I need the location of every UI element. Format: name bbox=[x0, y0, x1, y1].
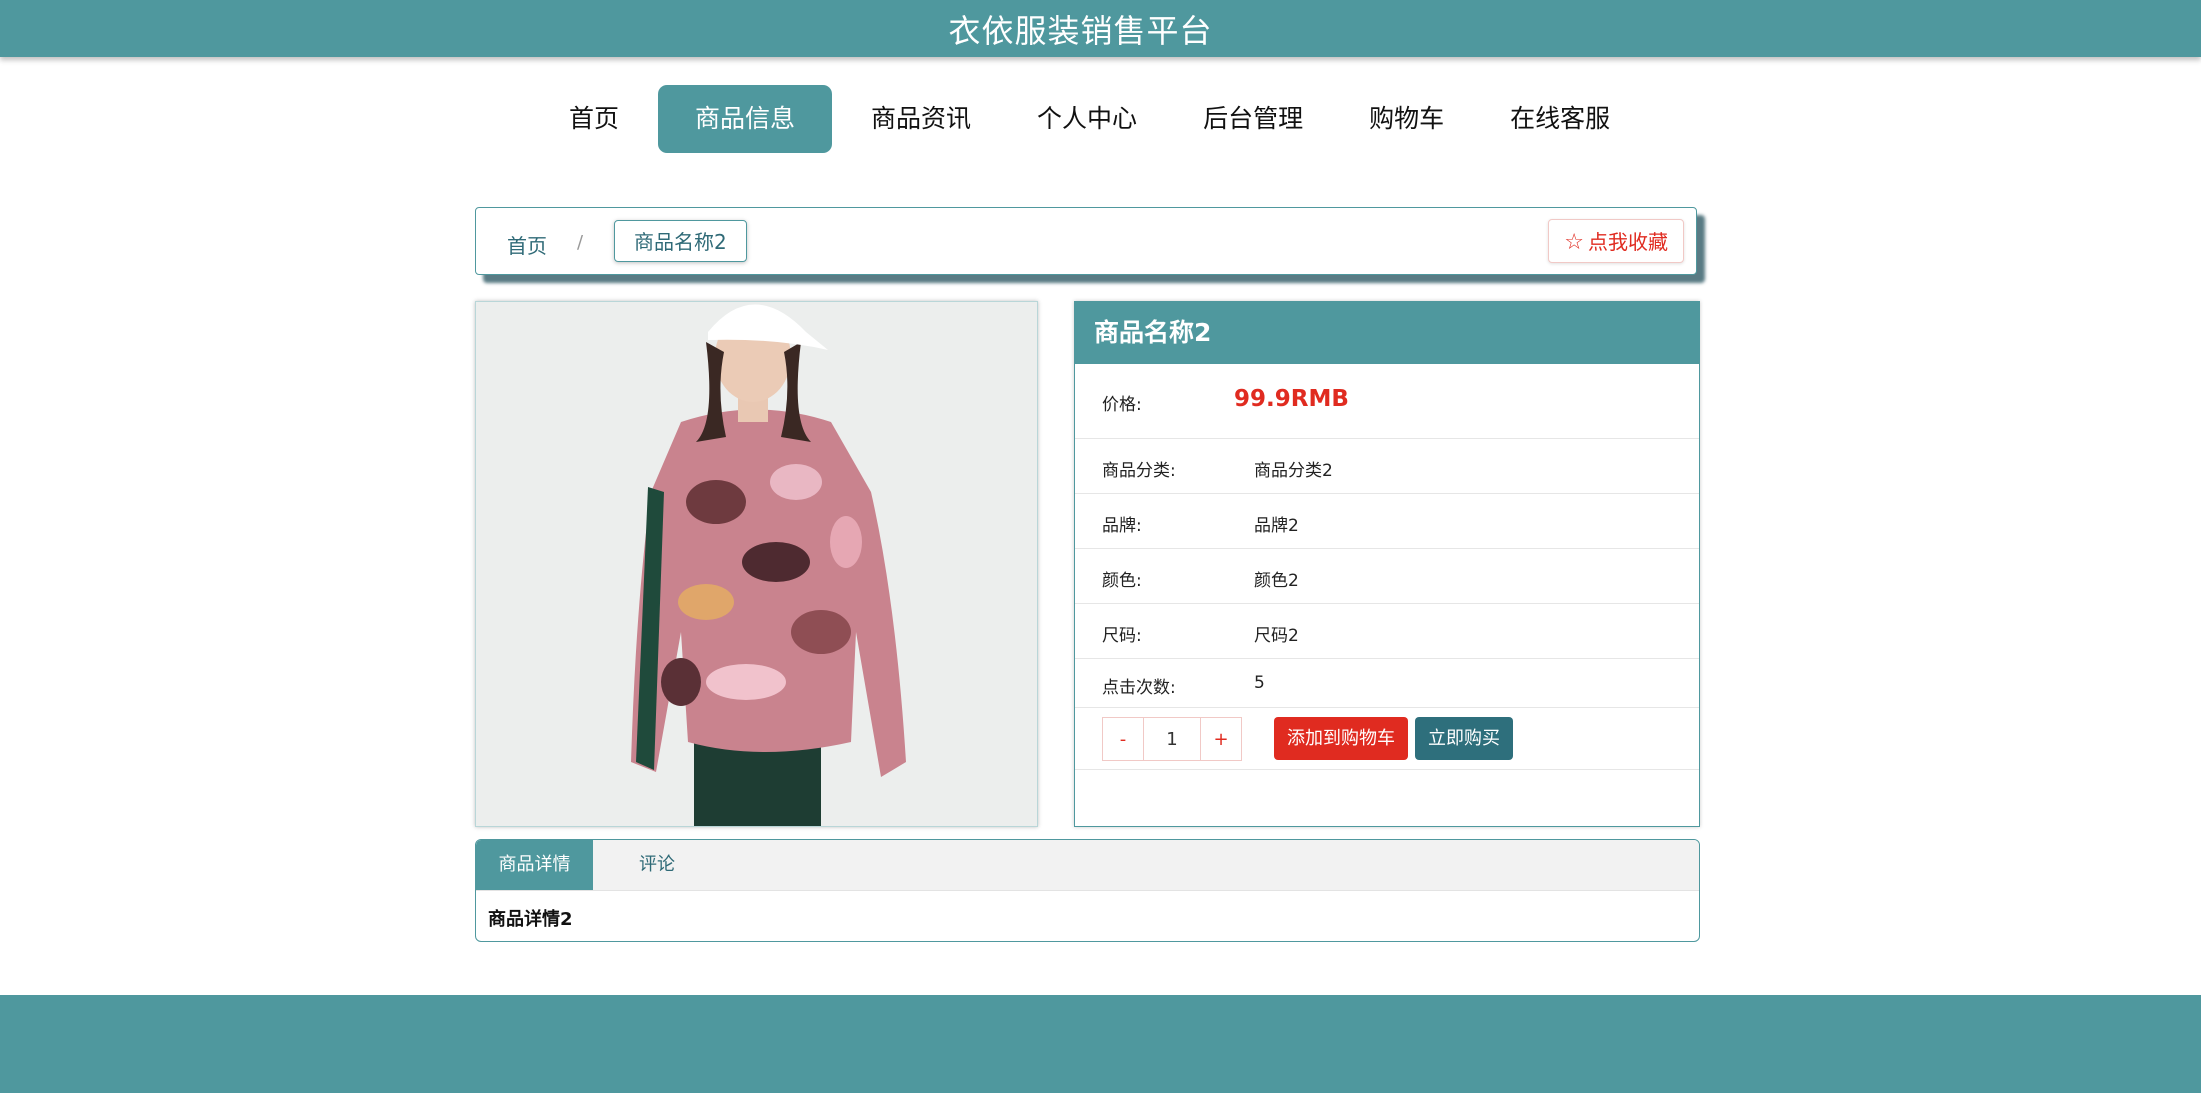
product-name: 商品名称2 bbox=[1075, 302, 1699, 364]
size-label: 尺码: bbox=[1102, 626, 1142, 646]
favorite-button[interactable]: ☆ 点我收藏 bbox=[1548, 219, 1684, 263]
site-title: 衣依服装销售平台 bbox=[948, 11, 1213, 50]
detail-tabs: 商品详情 评论 商品详情2 bbox=[475, 839, 1700, 942]
breadcrumb-current[interactable]: 商品名称2 bbox=[614, 220, 747, 262]
category-row: 商品分类: 商品分类2 bbox=[1075, 439, 1699, 494]
clicks-row: 点击次数: 5 bbox=[1075, 659, 1699, 708]
breadcrumb: 首页 / 商品名称2 ☆ 点我收藏 bbox=[475, 207, 1697, 275]
quantity-stepper: - 1 + bbox=[1102, 717, 1242, 761]
main-nav: 首页 商品信息 商品资讯 个人中心 后台管理 购物车 在线客服 bbox=[0, 85, 2201, 153]
quantity-input[interactable]: 1 bbox=[1144, 717, 1200, 761]
favorite-label: 点我收藏 bbox=[1588, 230, 1668, 254]
clicks-value: 5 bbox=[1254, 673, 1265, 693]
brand-row: 品牌: 品牌2 bbox=[1075, 494, 1699, 549]
tab-product-details[interactable]: 商品详情 bbox=[476, 840, 593, 890]
product-image bbox=[475, 301, 1038, 827]
nav-item-support[interactable]: 在线客服 bbox=[1483, 85, 1637, 153]
nav-item-admin[interactable]: 后台管理 bbox=[1176, 85, 1330, 153]
color-row: 颜色: 颜色2 bbox=[1075, 549, 1699, 604]
breadcrumb-home-link[interactable]: 首页 bbox=[507, 230, 547, 259]
nav-item-news[interactable]: 商品资讯 bbox=[844, 85, 998, 153]
top-header: 衣依服装销售平台 bbox=[0, 0, 2201, 57]
nav-item-cart[interactable]: 购物车 bbox=[1342, 85, 1471, 153]
quantity-increase-button[interactable]: + bbox=[1200, 717, 1242, 761]
nav-item-profile[interactable]: 个人中心 bbox=[1010, 85, 1164, 153]
tab-bar: 商品详情 评论 bbox=[476, 840, 1699, 891]
clicks-label: 点击次数: bbox=[1102, 678, 1176, 698]
price-value: 99.9RMB bbox=[1234, 386, 1349, 412]
add-to-cart-button[interactable]: 添加到购物车 bbox=[1274, 717, 1408, 760]
color-value: 颜色2 bbox=[1254, 571, 1299, 591]
tab-comments[interactable]: 评论 bbox=[639, 840, 675, 890]
size-row: 尺码: 尺码2 bbox=[1075, 604, 1699, 659]
footer bbox=[0, 995, 2201, 1093]
brand-value: 品牌2 bbox=[1254, 516, 1299, 536]
product-info-panel: 商品名称2 价格: 99.9RMB 商品分类: 商品分类2 品牌: 品牌2 颜色… bbox=[1074, 301, 1700, 827]
price-label: 价格: bbox=[1102, 395, 1142, 415]
brand-label: 品牌: bbox=[1102, 516, 1142, 536]
tab-content: 商品详情2 bbox=[488, 909, 573, 930]
star-icon: ☆ bbox=[1564, 230, 1584, 255]
quantity-decrease-button[interactable]: - bbox=[1102, 717, 1144, 761]
price-row: 价格: 99.9RMB bbox=[1075, 364, 1699, 439]
nav-item-products[interactable]: 商品信息 bbox=[658, 85, 833, 153]
breadcrumb-separator: / bbox=[577, 232, 584, 253]
buy-now-button[interactable]: 立即购买 bbox=[1415, 717, 1513, 760]
model-photo bbox=[476, 302, 1037, 826]
nav-item-home[interactable]: 首页 bbox=[542, 85, 646, 153]
size-value: 尺码2 bbox=[1254, 626, 1299, 646]
purchase-actions-row: - 1 + 添加到购物车 立即购买 bbox=[1075, 708, 1699, 770]
category-value: 商品分类2 bbox=[1254, 461, 1333, 481]
color-label: 颜色: bbox=[1102, 571, 1142, 591]
category-label: 商品分类: bbox=[1102, 461, 1176, 481]
